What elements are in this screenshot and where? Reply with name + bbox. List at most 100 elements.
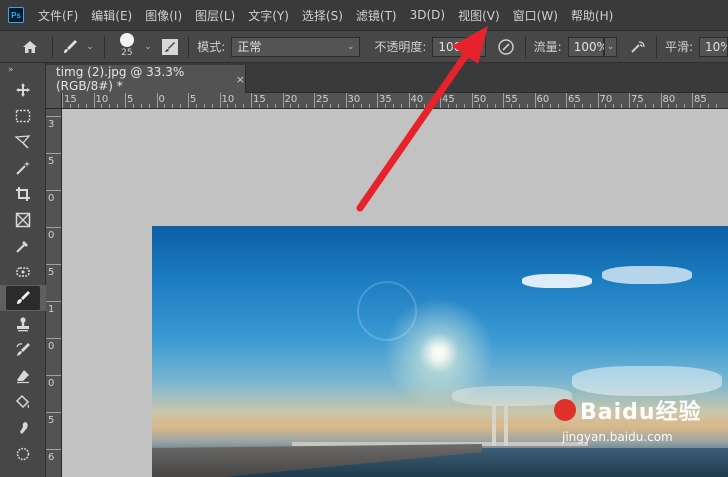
tool-marquee[interactable] — [0, 103, 46, 129]
tool-eyedropper[interactable] — [0, 233, 46, 259]
ruler-tick — [440, 93, 441, 108]
ruler-minor-tick — [298, 104, 300, 108]
menu-layer[interactable]: 图层(L) — [195, 7, 235, 24]
tool-eraser[interactable] — [0, 363, 46, 389]
ruler-minor-tick — [384, 104, 386, 108]
tool-brush[interactable] — [0, 285, 46, 311]
tool-smudge[interactable] — [0, 415, 46, 441]
photoshop-logo-icon[interactable]: Ps — [8, 7, 24, 23]
smoothing-input[interactable]: 10% — [699, 36, 728, 57]
menu-image[interactable]: 图像(I) — [145, 7, 182, 24]
chevron-down-icon: ⌄ — [475, 41, 483, 52]
ruler-tick — [251, 93, 252, 108]
ruler-minor-tick — [526, 104, 528, 108]
ruler-minor-tick — [117, 104, 119, 108]
tool-move[interactable] — [0, 77, 46, 103]
canvas-pasteboard[interactable]: Baidu经验 jingyan.baidu.com — [62, 109, 728, 477]
tool-lasso[interactable] — [0, 129, 46, 155]
menu-view[interactable]: 视图(V) — [458, 7, 500, 24]
tool-preset-picker[interactable]: ⌄ — [61, 38, 94, 56]
ruler-tick — [46, 301, 61, 302]
ruler-minor-tick — [235, 104, 237, 108]
vertical-ruler[interactable]: 3500510056 — [46, 109, 62, 477]
divider — [656, 35, 657, 58]
airbrush-button[interactable] — [627, 36, 648, 58]
ruler-minor-tick — [243, 104, 245, 108]
history-brush-icon — [16, 343, 30, 356]
ruler-label: 5 — [48, 267, 55, 278]
opacity-dropdown[interactable]: ⌄ — [472, 36, 486, 57]
horizontal-ruler[interactable]: 15 10 5 0 5 10 15 20 25 30 35 40 45 50 55 60 65 70 75 80 85 — [62, 93, 728, 109]
ruler-minor-tick — [416, 104, 418, 108]
document-image[interactable]: Baidu经验 jingyan.baidu.com — [152, 226, 728, 477]
ruler-tick — [46, 190, 61, 191]
ruler-tick — [188, 93, 189, 108]
mode-select[interactable]: 正常 ⌄ — [231, 36, 361, 57]
menu-type[interactable]: 文字(Y) — [248, 7, 289, 24]
divider — [52, 35, 54, 58]
ruler-minor-tick — [581, 104, 583, 108]
ruler-corner[interactable] — [46, 93, 62, 109]
ruler-label: 3 — [48, 119, 55, 130]
tool-frame[interactable] — [0, 207, 46, 233]
ruler-tick — [534, 93, 536, 108]
ruler-minor-tick — [550, 104, 552, 108]
brush-settings-button[interactable] — [160, 36, 181, 58]
brush-size-picker[interactable]: 25 — [113, 30, 141, 63]
mode-label: 模式: — [197, 40, 226, 54]
ruler-label: 1 — [48, 304, 55, 315]
divider — [524, 35, 526, 58]
menu-select[interactable]: 选择(S) — [302, 7, 343, 24]
chevron-down-icon[interactable]: ⌄ — [144, 42, 152, 52]
ruler-minor-tick — [542, 104, 544, 108]
pressure-opacity-button[interactable] — [496, 36, 517, 58]
flow-input[interactable]: 100% — [567, 36, 608, 57]
ruler-minor-tick — [668, 104, 670, 108]
chevron-down-icon: ⌄ — [606, 41, 615, 52]
tool-history-brush[interactable] — [0, 337, 46, 363]
flow-dropdown[interactable]: ⌄ — [603, 36, 618, 57]
ruler-tick — [46, 116, 61, 117]
ruler-minor-tick — [109, 104, 111, 108]
document-tab[interactable]: timg (2).jpg @ 33.3%(RGB/8#) * × — [46, 65, 246, 93]
tool-healing[interactable] — [0, 259, 46, 285]
airbrush-icon — [630, 40, 645, 53]
brush-panel-icon — [161, 38, 178, 55]
ruler-minor-tick — [479, 104, 481, 108]
tool-dodge[interactable] — [0, 441, 46, 467]
ruler-tick — [566, 93, 567, 108]
eyedropper-icon — [16, 241, 28, 253]
menu-3d[interactable]: 3D(D) — [410, 8, 445, 22]
cloud — [602, 266, 692, 284]
tool-crop[interactable] — [0, 181, 46, 207]
tool-magic-wand[interactable] — [0, 155, 46, 181]
watermark-main: Baidu经验 — [580, 400, 702, 425]
ruler-minor-tick — [652, 104, 654, 108]
magic-wand-icon — [16, 161, 30, 175]
ruler-tick — [156, 93, 158, 108]
tool-paint-bucket[interactable] — [0, 389, 46, 415]
menu-window[interactable]: 窗口(W) — [513, 7, 558, 24]
ruler-minor-tick — [329, 104, 331, 108]
opacity-input[interactable]: 100% — [432, 36, 473, 57]
ruler-minor-tick — [715, 104, 717, 108]
ruler-minor-tick — [180, 104, 182, 108]
ruler-minor-tick — [266, 104, 268, 108]
collapse-toolbar-button[interactable]: » — [0, 63, 45, 77]
ruler-minor-tick — [353, 104, 355, 108]
menu-help[interactable]: 帮助(H) — [571, 7, 613, 24]
ruler-tick — [46, 449, 61, 450]
ruler-minor-tick — [361, 104, 363, 108]
menu-file[interactable]: 文件(F) — [38, 7, 78, 24]
menu-edit[interactable]: 编辑(E) — [91, 7, 132, 24]
home-button[interactable] — [16, 30, 44, 63]
ruler-tick — [377, 93, 378, 108]
ruler-minor-tick — [195, 104, 197, 108]
close-icon[interactable]: × — [236, 73, 245, 86]
tool-stamp[interactable] — [0, 311, 46, 337]
baidu-watermark: Baidu经验 jingyan.baidu.com — [554, 394, 702, 444]
smudge-icon — [20, 422, 28, 434]
ruler-minor-tick — [644, 104, 646, 108]
ruler-minor-tick — [676, 104, 678, 108]
menu-filter[interactable]: 滤镜(T) — [356, 7, 397, 24]
